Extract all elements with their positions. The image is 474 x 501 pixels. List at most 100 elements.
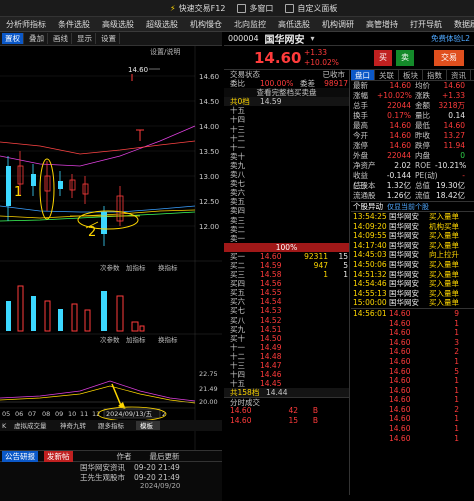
volume-switch[interactable]: 换指标	[158, 263, 178, 272]
buy-level[interactable]: 买七 14.53	[224, 306, 349, 315]
tick-row-right: 14.60 2	[389, 347, 459, 357]
free-trial-link[interactable]: 免费体验L2	[431, 33, 470, 44]
sell-level[interactable]: 十一	[224, 143, 349, 152]
new-post-button[interactable]: 发新帖	[44, 450, 73, 462]
x-tick: 11	[80, 410, 88, 418]
buy-level[interactable]: 买二 14.59 947 5	[224, 261, 349, 270]
sell-level[interactable]: 十四	[224, 115, 349, 124]
tab-related[interactable]: 关联	[375, 70, 399, 80]
buy-level[interactable]: 十二 14.48	[224, 352, 349, 361]
event-row[interactable]: 14:45:03 国华网安 向上拉升	[351, 250, 474, 260]
news-row[interactable]: 国华网安资讯 09-20 21:49	[0, 462, 222, 472]
menu-analyst[interactable]: 分析师指标	[0, 19, 52, 30]
sell-level[interactable]: 卖十	[224, 152, 349, 161]
tick-row-right: 14.60 1	[389, 414, 459, 424]
display-button[interactable]: 显示	[74, 33, 96, 44]
macd-add[interactable]: 加指标	[126, 335, 146, 344]
tab-virtual-vol[interactable]: 虚拟成交量	[14, 421, 47, 430]
sell-level[interactable]: 卖四	[224, 206, 349, 215]
macd-param[interactable]: 次参数	[100, 335, 120, 344]
quote-row: 收益(三) -0.144 PE(动) -	[353, 171, 465, 190]
buy-level[interactable]: 买八 14.52	[224, 316, 349, 325]
buy-level[interactable]: 买三 14.58 1 1	[224, 270, 349, 279]
tab-magic-nine[interactable]: 神奇九转	[60, 421, 87, 430]
multi-window-button[interactable]: 多窗口	[237, 3, 273, 14]
buy-level[interactable]: 十五 14.45	[224, 379, 349, 388]
tab-index[interactable]: 指数	[423, 70, 447, 80]
news-panel: 公告研报 发新帖 作者 最后更新 国华网安资讯 09-20 21:49 王先生观…	[0, 450, 222, 501]
checkbox-current-only[interactable]: 仅显当前个股	[387, 202, 429, 212]
event-row[interactable]: 15:00:00 国华网安 买入量单	[351, 298, 474, 308]
volume-add[interactable]: 加指标	[126, 263, 146, 272]
dropdown-icon[interactable]: ▾	[311, 34, 315, 43]
buy-level[interactable]: 买六 14.54	[224, 297, 349, 306]
quote-row: 最新 14.60 均价 14.60	[353, 81, 465, 90]
sell-level[interactable]: 卖二	[224, 225, 349, 234]
sell-level[interactable]: 卖八	[224, 170, 349, 179]
menu-adv-select[interactable]: 高级选股	[96, 19, 140, 30]
buy-level[interactable]: 十一 14.49	[224, 343, 349, 352]
settings-button[interactable]: 设置	[98, 33, 120, 44]
overlay-button[interactable]: 叠加	[26, 33, 48, 44]
buy-level[interactable]: 买九 14.51	[224, 325, 349, 334]
menu-north[interactable]: 北向监控	[228, 19, 272, 30]
restore-rights-button[interactable]: 置权	[2, 33, 24, 44]
buy-level[interactable]: 买五 14.55	[224, 288, 349, 297]
buy-level[interactable]: 买十 14.50	[224, 334, 349, 343]
buy-level[interactable]: 十四 14.46	[224, 370, 349, 379]
trade-button[interactable]: 交易	[434, 50, 464, 66]
buy-button[interactable]: 买	[374, 50, 392, 66]
event-row[interactable]: 14:17:40 国华网安 买入量单	[351, 241, 474, 251]
draw-line-button[interactable]: 画线	[50, 33, 72, 44]
event-row[interactable]: 14:54:46 国华网安 买入量单	[351, 279, 474, 289]
tab-sector[interactable]: 板块	[399, 70, 423, 80]
full-book-link[interactable]: 查看完整档买卖盘	[224, 88, 349, 98]
event-row[interactable]: 14:50:06 国华网安 买入量单	[351, 260, 474, 270]
tab-pankou[interactable]: 盘口	[351, 70, 375, 80]
buy-level[interactable]: 买一 14.60 92311 15	[224, 252, 349, 261]
menu-inst-pos[interactable]: 机构慢仓	[184, 19, 228, 30]
macd-switch[interactable]: 换指标	[158, 335, 178, 344]
chart-settings-label[interactable]: 设置/说明	[150, 47, 180, 56]
quick-trade-button[interactable]: ⚡ 快速交易F12	[170, 3, 225, 14]
sell-level[interactable]: 十二	[224, 134, 349, 143]
sell-button[interactable]: 卖	[396, 50, 414, 66]
event-row[interactable]: 13:54:25 国华网安 买入量单	[351, 212, 474, 222]
menu-cond-select[interactable]: 条件选股	[52, 19, 96, 30]
sell-level[interactable]: 卖七	[224, 179, 349, 188]
sell-level[interactable]: 卖九	[224, 161, 349, 170]
menu-super-select[interactable]: 超级选股	[140, 19, 184, 30]
volume-param[interactable]: 次参数	[100, 263, 120, 272]
menu-refresh[interactable]: 数据刷新	[448, 19, 474, 30]
menu-exec-add[interactable]: 高管增持	[360, 19, 404, 30]
x-tick: 10	[68, 410, 76, 418]
buy-level[interactable]: 十三 14.47	[224, 361, 349, 370]
buy-level[interactable]: 买四 14.56	[224, 279, 349, 288]
news-row[interactable]: 王先生观股市 09-20 21:49	[0, 472, 222, 482]
highlight-ellipse-2	[77, 210, 139, 230]
tab-template[interactable]: 模板	[140, 421, 154, 430]
tab-stock-events[interactable]: 个股异动	[353, 201, 383, 212]
sell-level[interactable]: 卖一	[224, 234, 349, 243]
header-updated: 最后更新	[149, 451, 180, 461]
stock-code: 000004	[228, 34, 259, 43]
menu-inst-research[interactable]: 机构调研	[316, 19, 360, 30]
event-row[interactable]: 14:55:13 国华网安 买入量单	[351, 289, 474, 299]
custom-panel-button[interactable]: 自定义面板	[285, 3, 337, 14]
tab-news[interactable]: 资讯	[447, 70, 471, 80]
tab-announcement[interactable]: 公告研报	[2, 450, 38, 462]
sell-level[interactable]: 卖三	[224, 216, 349, 225]
tab-k[interactable]: K	[2, 422, 7, 430]
menu-highlow[interactable]: 高低选股	[272, 19, 316, 30]
menu-open-nav[interactable]: 打开导航	[404, 19, 448, 30]
event-row[interactable]: 14:51:32 国华网安 买入量单	[351, 270, 474, 280]
tab-more-indicators[interactable]: 跟多指标	[98, 421, 125, 430]
event-row[interactable]: 14:09:55 国华网安 买入量单	[351, 231, 474, 241]
sell-level[interactable]: 十三	[224, 125, 349, 134]
kline-chart[interactable]: 设置/说明 14.60 14.50 14.00 13.50 13.00 12.5…	[0, 46, 222, 474]
sell-level[interactable]: 卖六	[224, 188, 349, 197]
event-row[interactable]: 14:09:20 国华网安 机构买单	[351, 222, 474, 232]
tick-row-right: 14.60 5	[389, 366, 459, 376]
total-sell-row: 共0档 14.59	[224, 97, 349, 107]
sell-level[interactable]: 卖五	[224, 197, 349, 206]
